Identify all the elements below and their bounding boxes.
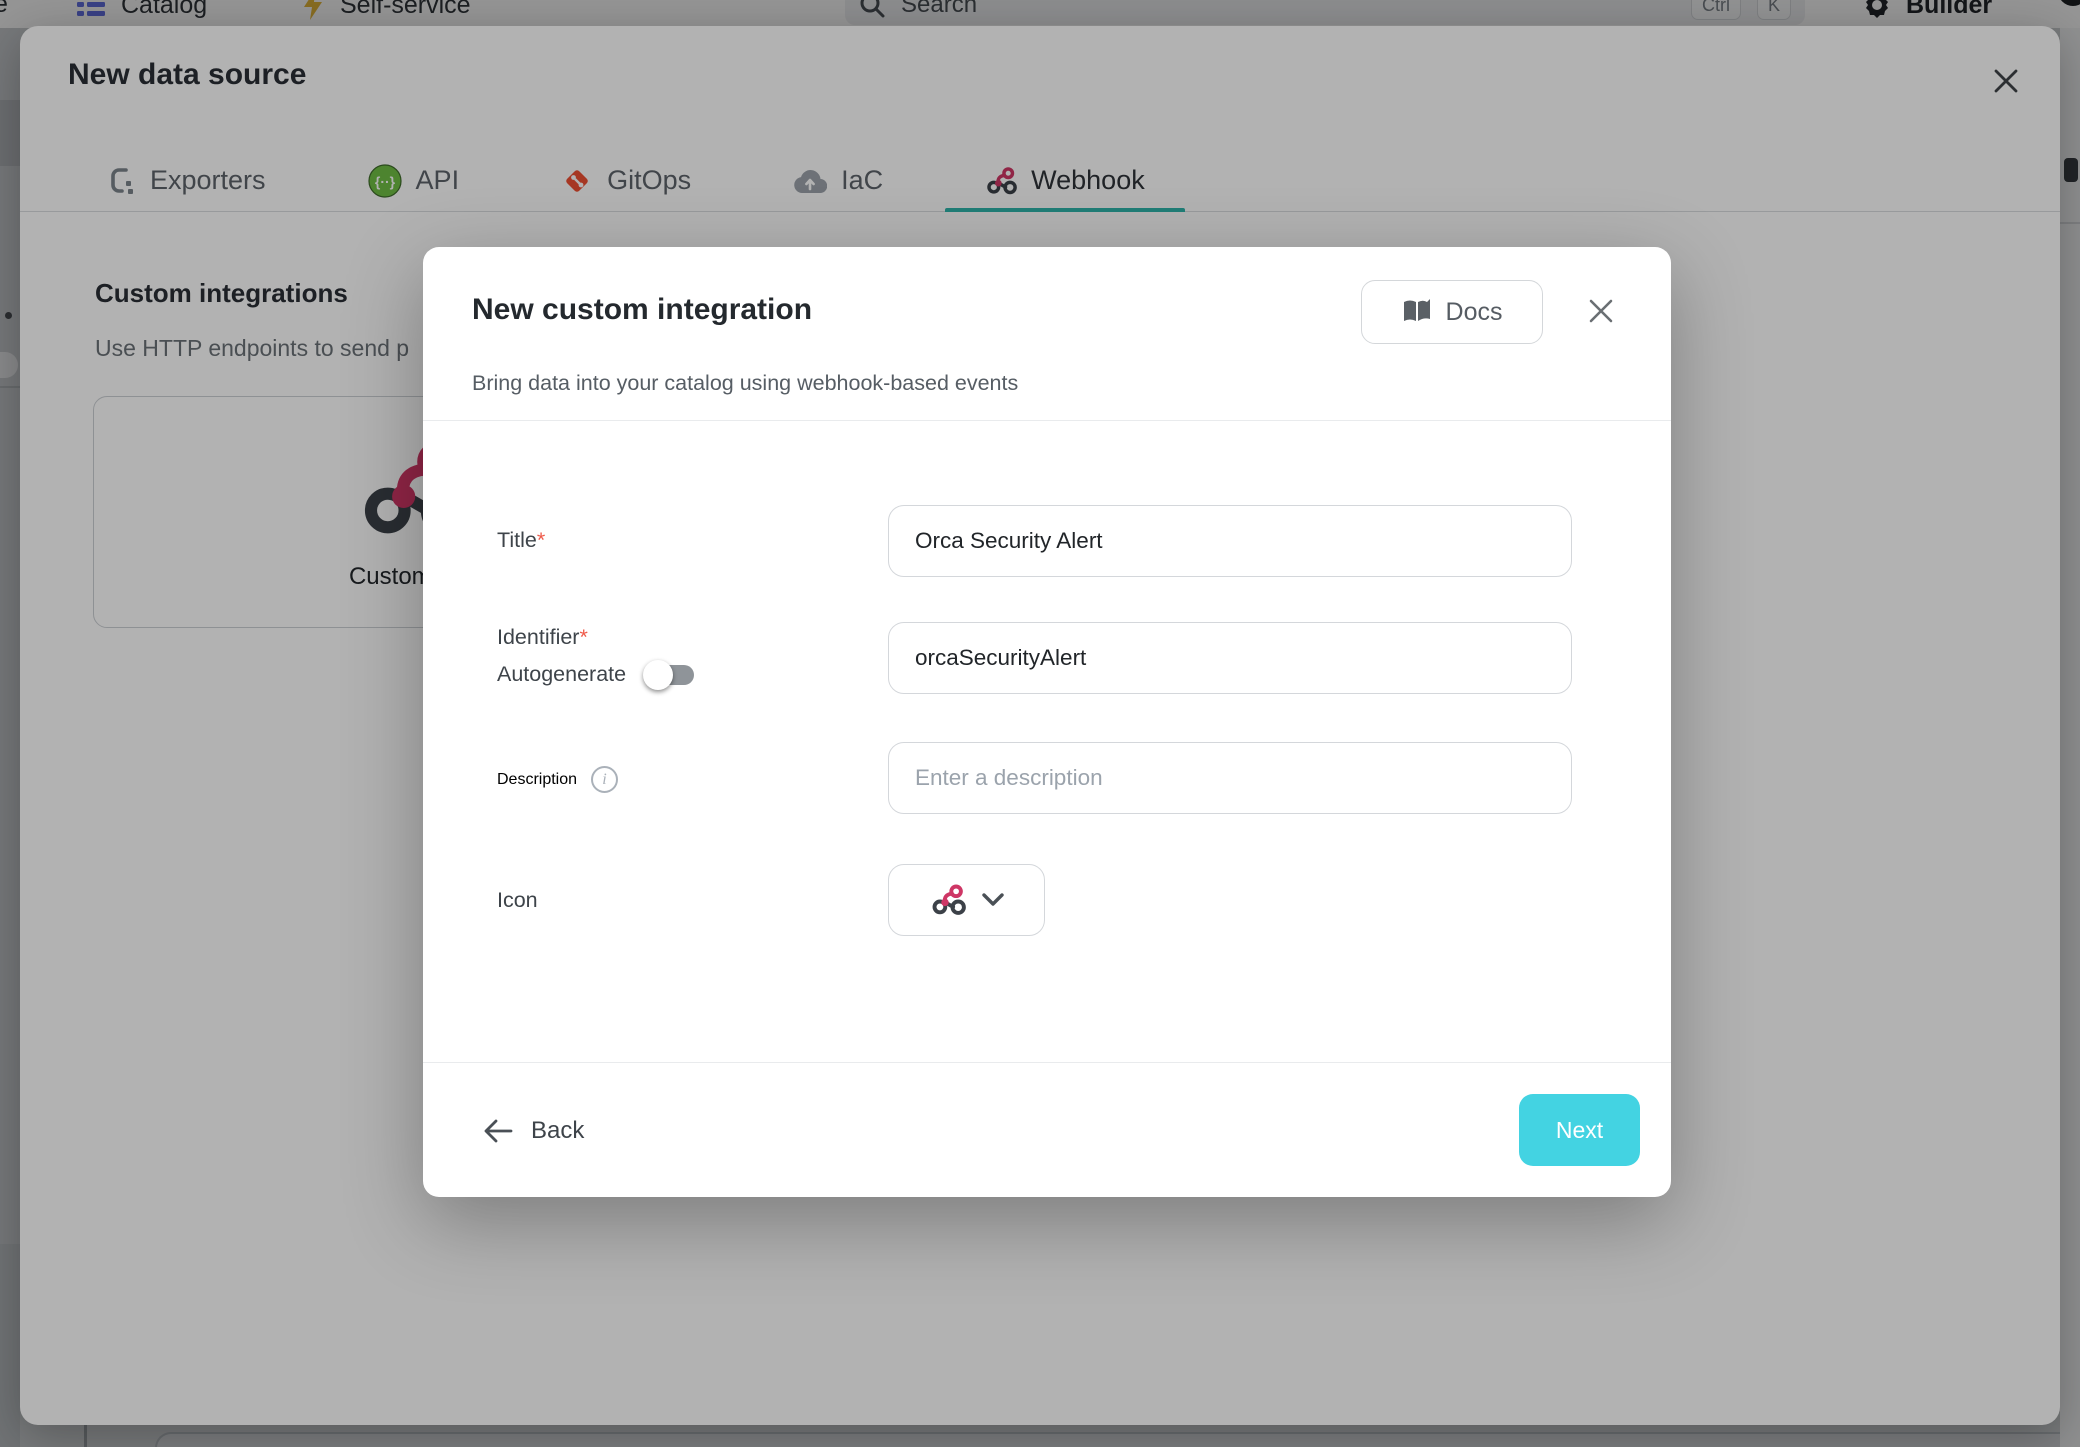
docs-button[interactable]: Docs: [1361, 280, 1543, 344]
toggle-thumb: [643, 660, 673, 690]
identifier-input[interactable]: [888, 622, 1572, 694]
required-asterisk: *: [579, 625, 587, 649]
next-button[interactable]: Next: [1519, 1094, 1640, 1166]
new-custom-integration-modal: New custom integration Bring data into y…: [423, 247, 1671, 1197]
integration-modal-subtitle: Bring data into your catalog using webho…: [472, 371, 1018, 396]
book-icon: [1402, 299, 1432, 325]
title-field-label: Title*: [497, 528, 545, 553]
title-input[interactable]: [888, 505, 1572, 577]
description-input[interactable]: [888, 742, 1572, 814]
close-icon[interactable]: [1585, 295, 1617, 327]
autogenerate-label: Autogenerate: [497, 662, 626, 687]
autogenerate-toggle[interactable]: [646, 665, 694, 685]
modal-footer: Back Next: [423, 1062, 1671, 1197]
required-asterisk: *: [537, 528, 545, 552]
back-button[interactable]: Back: [483, 1063, 584, 1198]
header-divider: [423, 420, 1671, 421]
docs-button-label: Docs: [1446, 298, 1503, 327]
info-icon[interactable]: i: [591, 766, 618, 793]
chevron-down-icon: [982, 893, 1004, 907]
icon-field-label: Icon: [497, 888, 538, 913]
arrow-left-icon: [483, 1119, 513, 1143]
integration-modal-title: New custom integration: [472, 293, 812, 327]
description-field-label: Description i: [497, 766, 618, 793]
webhook-icon: [930, 882, 966, 918]
icon-select-dropdown[interactable]: [888, 864, 1045, 936]
back-button-label: Back: [531, 1117, 584, 1145]
identifier-field-label: Identifier*: [497, 625, 588, 650]
